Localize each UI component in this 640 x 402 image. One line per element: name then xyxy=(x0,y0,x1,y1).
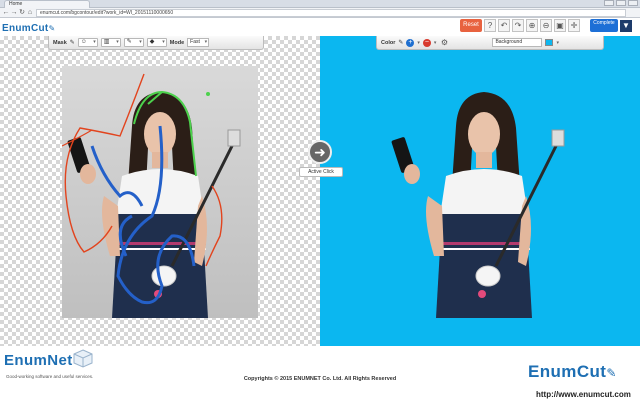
cube-icon xyxy=(73,349,93,368)
chevron-down-icon[interactable]: ▾ xyxy=(556,40,559,46)
home-icon[interactable]: ⌂ xyxy=(26,9,34,17)
mask-toolbar: Mask ✎ ☺ ▾ ▥ ▾ ✎ ▾ ◆ ▾ Mode Fast ▾ xyxy=(48,36,264,50)
window-controls xyxy=(604,0,638,8)
app-header: EnumCut✎ Reset ? ↶ ↷ ⊕ ⊖ ▣ ✛ Complete ▼ xyxy=(0,18,640,36)
arrow-right-icon: ➜ xyxy=(314,144,326,160)
address-bar: ← → ↻ ⌂ enumcut.com/bgcontour/edit?work_… xyxy=(0,8,640,18)
mode-select[interactable]: Fast ▾ xyxy=(187,38,210,47)
help-icon[interactable]: ? xyxy=(484,19,496,32)
fill-select-button[interactable]: ◆ ▾ xyxy=(146,38,167,47)
brush-icon: ✎ xyxy=(126,39,132,45)
footer-url[interactable]: http://www.enumcut.com xyxy=(536,390,631,399)
reload-icon[interactable]: ↻ xyxy=(18,9,26,17)
enumcut-logo-text: EnumCut xyxy=(528,362,607,381)
mode-label: Mode xyxy=(169,39,185,46)
logo-text: EnumCut xyxy=(2,23,49,34)
eraser-icon: ▥ xyxy=(103,39,110,45)
back-icon[interactable]: ← xyxy=(2,9,10,17)
person-illustration xyxy=(62,73,241,318)
copyright-text: Copyrights © 2015 ENUMNET Co. Ltd. All R… xyxy=(243,376,397,382)
background-label: Background xyxy=(495,39,523,45)
zoom-out-icon[interactable]: ⊖ xyxy=(540,19,552,32)
chevron-down-icon: ▾ xyxy=(93,39,96,45)
active-click-label: Active Click xyxy=(299,167,343,177)
fit-screen-icon[interactable]: ▣ xyxy=(554,19,566,32)
background-select[interactable]: Background xyxy=(492,38,543,47)
background-color-swatch[interactable] xyxy=(545,39,554,46)
add-color-button[interactable]: + xyxy=(406,38,415,47)
pencil-icon: ✎ xyxy=(398,40,404,46)
pencil-icon: ✎ xyxy=(69,40,75,46)
maximize-icon[interactable] xyxy=(616,0,626,6)
pen-icon: ✎ xyxy=(48,24,56,33)
active-click-button[interactable]: ➜ xyxy=(308,140,332,164)
original-photo[interactable] xyxy=(62,66,258,318)
mask-label: Mask xyxy=(53,39,67,46)
brush-select-button[interactable]: ✎ ▾ xyxy=(123,38,144,47)
undo-icon[interactable]: ↶ xyxy=(498,19,510,32)
logo[interactable]: EnumCut✎ xyxy=(2,23,56,34)
forward-icon[interactable]: → xyxy=(10,9,18,17)
footer: EnumNet Good-working software and useful… xyxy=(0,346,640,402)
chevron-down-icon: ▾ xyxy=(162,39,165,45)
redo-icon[interactable]: ↷ xyxy=(512,19,524,32)
browser-tab[interactable]: Home xyxy=(4,0,90,8)
chevron-down-icon[interactable]: ▾ xyxy=(417,40,420,46)
pen-icon: ✎ xyxy=(606,366,617,380)
fill-icon: ◆ xyxy=(149,39,155,45)
gear-icon[interactable]: ⚙ xyxy=(439,38,449,47)
person-cutout-illustration xyxy=(391,92,565,318)
person-select-button[interactable]: ☺ ▾ xyxy=(77,38,98,47)
enumcut-logo[interactable]: EnumCut✎ xyxy=(528,362,617,382)
zoom-in-icon[interactable]: ⊕ xyxy=(526,19,538,32)
url-input[interactable]: enumcut.com/bgcontour/edit?work_id=WI_20… xyxy=(36,9,626,17)
footer-tagline: Good-working software and useful service… xyxy=(6,374,94,379)
move-icon[interactable]: ✛ xyxy=(568,19,580,32)
mode-value: Fast xyxy=(190,39,200,45)
chevron-down-icon[interactable]: ▾ xyxy=(434,40,437,46)
download-icon[interactable]: ▼ xyxy=(620,20,632,32)
result-photo[interactable] xyxy=(386,66,582,318)
minimize-icon[interactable] xyxy=(604,0,614,6)
color-label: Color xyxy=(381,39,396,46)
eraser-select-button[interactable]: ▥ ▾ xyxy=(100,38,121,47)
top-toolbar: Reset ? ↶ ↷ ⊕ ⊖ ▣ ✛ xyxy=(460,19,580,32)
reset-button[interactable]: Reset xyxy=(460,19,482,32)
chevron-down-icon: ▾ xyxy=(139,39,142,45)
remove-color-button[interactable]: − xyxy=(422,38,431,47)
enumnet-logo[interactable]: EnumNet xyxy=(4,352,73,369)
close-icon[interactable] xyxy=(628,0,638,6)
chevron-down-icon: ▾ xyxy=(116,39,119,45)
browser-tab-bar: Home xyxy=(0,0,640,8)
chevron-down-icon: ▾ xyxy=(204,39,208,45)
color-toolbar: Color ✎ + ▾ − ▾ ⚙ Background ▾ xyxy=(376,36,604,50)
person-icon: ☺ xyxy=(80,39,87,45)
complete-button[interactable]: Complete xyxy=(590,19,618,32)
